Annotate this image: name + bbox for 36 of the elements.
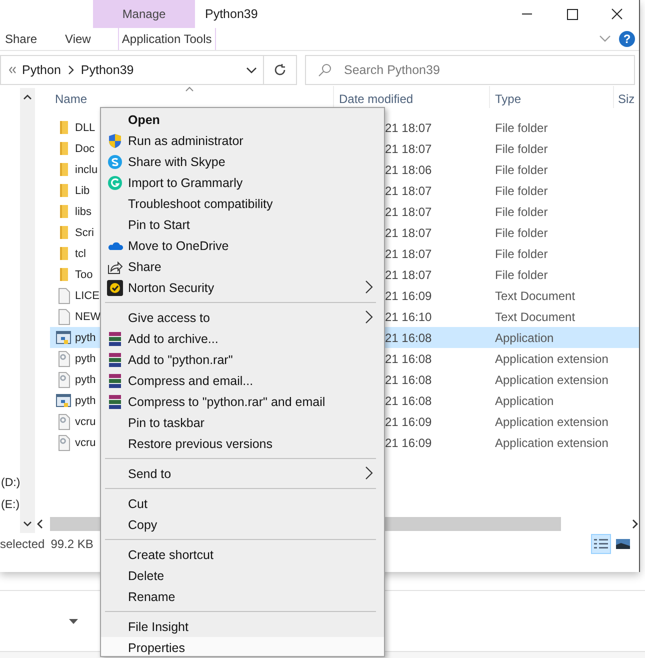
date-cell: 21 16:08 bbox=[385, 352, 432, 366]
type-cell: Application extension bbox=[495, 436, 608, 450]
type-cell: Application bbox=[495, 394, 554, 408]
type-cell: File folder bbox=[495, 204, 548, 218]
date-cell: 21 18:07 bbox=[385, 184, 432, 198]
type-cell: Application extension bbox=[495, 372, 608, 386]
date-cell: 21 18:07 bbox=[385, 204, 432, 218]
date-cell: 21 16:09 bbox=[385, 436, 432, 450]
date-cell: 21 18:07 bbox=[385, 226, 432, 240]
ribbon-group-label: Manage bbox=[93, 0, 195, 28]
window-title: Python39 bbox=[205, 7, 258, 21]
type-cell: Application extension bbox=[495, 352, 608, 366]
date-cell: 21 16:10 bbox=[385, 310, 432, 324]
type-cell: Application bbox=[495, 330, 554, 344]
type-cell: Text Document bbox=[495, 288, 576, 302]
date-cell: 21 18:07 bbox=[385, 142, 432, 156]
date-cell: 21 16:09 bbox=[385, 414, 432, 428]
type-cell: Text Document bbox=[495, 310, 576, 324]
date-cell: 21 18:07 bbox=[385, 120, 432, 134]
date-cell: 21 16:08 bbox=[385, 372, 432, 386]
type-cell: File folder bbox=[495, 268, 548, 282]
date-cell: 21 18:07 bbox=[385, 268, 432, 282]
type-cell: File folder bbox=[495, 184, 548, 198]
size-text: 99.2 KB bbox=[50, 537, 94, 551]
type-cell: Application extension bbox=[495, 414, 608, 428]
status-text: selected bbox=[0, 537, 45, 551]
type-cell: File folder bbox=[495, 226, 548, 240]
type-cell: File folder bbox=[495, 162, 548, 176]
type-cell: File folder bbox=[495, 246, 548, 260]
type-cell: File folder bbox=[495, 120, 548, 134]
date-cell: 21 16:09 bbox=[385, 288, 432, 302]
date-cell: 21 18:06 bbox=[385, 162, 432, 176]
date-cell: 21 18:07 bbox=[385, 246, 432, 260]
type-cell: File folder bbox=[495, 142, 548, 156]
date-cell: 21 16:08 bbox=[385, 330, 432, 344]
date-cell: 21 16:08 bbox=[385, 394, 432, 408]
